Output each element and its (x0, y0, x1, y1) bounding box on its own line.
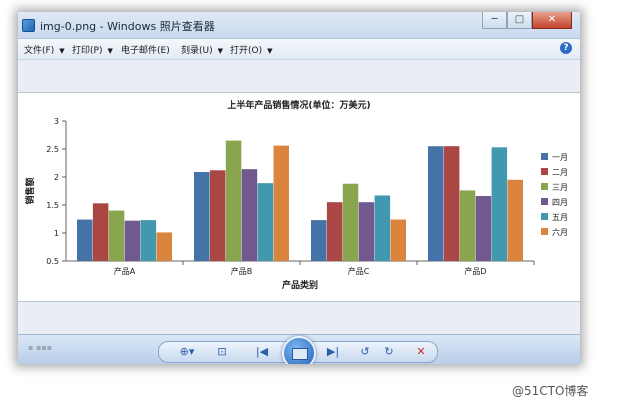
image-canvas: 上半年产品销售情况(单位：万美元) 0.5 1 1.5 2 2.5 3 销售额产品A 产品B 产品… (18, 92, 580, 302)
fit-window-icon[interactable]: ⊡ (213, 345, 231, 359)
legend-swatch (541, 198, 548, 205)
menu-open[interactable]: 打开(O) ▼ (230, 43, 273, 56)
ghost-label: ▪ ▪▪▪ (28, 343, 53, 352)
menu-print-label: 打印(P) (72, 46, 103, 56)
chevron-down-icon: ▼ (59, 47, 65, 55)
menu-file[interactable]: 文件(F) ▼ (24, 43, 65, 56)
control-bar: ▪ ▪▪▪ ⊕▾ ⊡ |◀ ▶| ↺ ↻ ✕ (18, 334, 580, 364)
x-tick-label: 产品D (464, 266, 486, 276)
title-bar: img-0.png - Windows 照片查看器 ─ □ ✕ (18, 12, 580, 39)
bar (358, 202, 375, 261)
legend-swatch (541, 213, 548, 220)
maximize-button[interactable]: □ (507, 12, 532, 29)
playback-controls: ⊕▾ ⊡ |◀ ▶| ↺ ↻ ✕ (158, 336, 438, 364)
bar (443, 146, 460, 261)
app-icon (22, 19, 35, 32)
rotate-cw-icon[interactable]: ↻ (381, 345, 397, 359)
menu-file-label: 文件(F) (24, 46, 55, 56)
menu-email[interactable]: 电子邮件(E) (121, 43, 170, 56)
legend-swatch (541, 228, 548, 235)
y-tick-label: 1.5 (46, 201, 59, 210)
minimize-button[interactable]: ─ (482, 12, 507, 29)
photo-viewer-window: img-0.png - Windows 照片查看器 ─ □ ✕ 文件(F) ▼ 打… (18, 12, 580, 364)
bar (241, 169, 258, 261)
bar (507, 179, 523, 261)
chart-title: 上半年产品销售情况(单位：万美元) (227, 99, 370, 111)
slideshow-icon (292, 348, 308, 360)
y-axis-label: 销售额 (24, 177, 36, 204)
legend-label: 二月 (552, 168, 568, 177)
chevron-down-icon: ▼ (267, 47, 273, 55)
image-viewer: 上半年产品销售情况(单位：万美元) 0.5 1 1.5 2 2.5 3 销售额产品A 产品B 产品… (18, 60, 580, 340)
bar (374, 195, 391, 261)
legend-label: 四月 (552, 198, 568, 207)
slideshow-button[interactable] (282, 336, 316, 364)
bar (77, 219, 93, 261)
watermark: @51CTO博客 (512, 384, 589, 398)
x-axis-label: 产品类别 (282, 279, 318, 291)
y-tick-label: 2.5 (46, 145, 59, 154)
rotate-ccw-icon[interactable]: ↺ (357, 345, 373, 359)
bar-chart: 上半年产品销售情况(单位：万美元) 0.5 1 1.5 2 2.5 3 销售额产品A 产品B 产品… (24, 99, 568, 291)
menu-bar: 文件(F) ▼ 打印(P) ▼ 电子邮件(E) 刻录(U) ▼ 打开(O) ▼ ? (18, 39, 580, 60)
close-button[interactable]: ✕ (532, 12, 572, 29)
chevron-down-icon: ▼ (107, 47, 113, 55)
help-icon[interactable]: ? (560, 42, 572, 54)
legend-swatch (541, 153, 548, 160)
window-controls: ─ □ ✕ (482, 12, 572, 30)
bar (209, 170, 226, 261)
legend-label: 五月 (552, 213, 568, 222)
y-tick-label: 2 (54, 173, 59, 182)
bar (108, 210, 125, 261)
menu-burn-label: 刻录(U) (181, 46, 213, 56)
bar (428, 146, 444, 261)
bar (273, 145, 289, 261)
bar (124, 220, 141, 261)
menu-open-label: 打开(O) (230, 46, 263, 56)
previous-icon[interactable]: |◀ (251, 345, 273, 359)
y-tick-label: 0.5 (46, 257, 59, 266)
bar (140, 220, 157, 261)
legend-swatch (541, 168, 548, 175)
bar (491, 147, 508, 261)
next-icon[interactable]: ▶| (322, 345, 344, 359)
zoom-icon[interactable]: ⊕▾ (175, 345, 199, 359)
x-tick-label: 产品B (231, 266, 253, 276)
bar (156, 232, 172, 261)
bar (326, 202, 343, 261)
legend-label: 六月 (552, 227, 568, 237)
bar (92, 203, 109, 261)
menu-burn[interactable]: 刻录(U) ▼ (181, 43, 223, 56)
delete-icon[interactable]: ✕ (413, 345, 429, 359)
bar (475, 196, 492, 261)
chevron-down-icon: ▼ (217, 47, 224, 55)
legend-swatch (541, 183, 548, 190)
bar (390, 219, 406, 261)
bar (257, 183, 274, 261)
bar (194, 171, 210, 261)
legend-label: 一月 (552, 153, 568, 162)
y-tick-label: 1 (54, 229, 59, 238)
x-tick-label: 产品A (114, 266, 136, 276)
bar (342, 183, 359, 261)
window-title: img-0.png - Windows 照片查看器 (40, 20, 215, 33)
legend-label: 三月 (552, 183, 568, 192)
menu-print[interactable]: 打印(P) ▼ (72, 43, 113, 56)
bar (225, 140, 242, 261)
y-tick-label: 3 (54, 117, 59, 126)
x-tick-label: 产品C (348, 266, 370, 276)
bar (459, 190, 476, 261)
bar (311, 220, 327, 261)
